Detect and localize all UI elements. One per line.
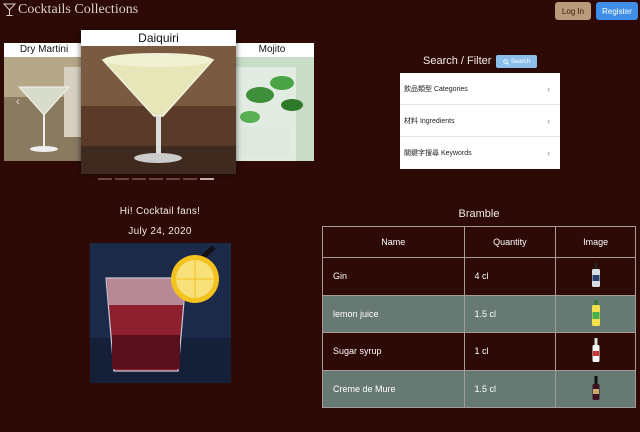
ingredient-image-cell [555,294,636,333]
ingredient-name: lemon juice [322,294,465,333]
lemon-juice-bottle-icon [591,299,600,326]
recipe-table: Name Quantity Image Gin 4 cl lemon juice… [322,226,636,408]
featured-cocktail-photo [90,243,231,383]
syrup-bottle-icon [592,338,600,363]
table-row: Sugar syrup 1 cl [322,332,636,371]
carousel-indicator-active[interactable] [200,178,214,180]
table-row: Gin 4 cl [322,257,636,296]
carousel-indicator[interactable] [183,178,197,180]
column-header-name: Name [322,226,465,258]
ingredient-name: Creme de Mure [322,369,465,408]
chevron-right-icon: › [547,83,550,94]
mojito-photo [230,57,314,161]
recipe-title: Bramble [458,208,500,220]
filter-item-label: 飲品類型 Categories [404,85,468,93]
carousel-card-current[interactable]: Daiquiri [81,30,236,174]
ingredient-quantity: 4 cl [463,257,557,296]
ingredient-image-cell [555,369,636,408]
ingredient-quantity: 1.5 cl [463,369,557,408]
ingredient-quantity: 1 cl [463,332,557,371]
search-icon [503,58,509,65]
carousel-indicator[interactable] [115,178,129,180]
ingredient-name: Sugar syrup [322,332,465,371]
brand[interactable]: Cocktails Collections [3,2,138,18]
login-button[interactable]: Log In [555,2,591,20]
carousel-indicator[interactable] [132,178,146,180]
carousel-card-label: Dry Martini [4,43,84,57]
chevron-right-icon: › [547,115,550,126]
top-bar: Cocktails Collections Log In Register [0,0,640,22]
filter-item-categories[interactable]: 飲品類型 Categories › [400,73,560,105]
ingredient-quantity: 1.5 cl [463,294,557,333]
ingredient-image-cell [555,257,636,296]
cocktail-glass-icon [3,3,16,16]
carousel-indicator[interactable] [166,178,180,180]
carousel-card-label: Daiquiri [81,30,236,46]
filter-item-label: 材料 Ingredients [404,117,455,125]
daiquiri-photo [81,46,236,174]
register-button[interactable]: Register [596,2,638,20]
carousel-card-label: Mojito [230,43,314,57]
ingredient-image-cell [555,332,636,371]
martini-photo [4,57,84,161]
filter-item-keywords[interactable]: 關鍵字搜尋 Keywords › [400,137,560,169]
liqueur-bottle-icon [592,375,600,400]
gin-bottle-icon [591,263,600,288]
filter-item-ingredients[interactable]: 材料 Ingredients › [400,105,560,137]
table-header-row: Name Quantity Image [322,226,636,258]
carousel-card-next[interactable]: Mojito [230,43,314,161]
app-title: Cocktails Collections [18,2,139,17]
carousel-indicators [98,178,214,180]
filter-list: 飲品類型 Categories › 材料 Ingredients › 關鍵字搜尋… [400,73,560,169]
chevron-right-icon: › [547,148,550,158]
table-row: Creme de Mure 1.5 cl [322,369,636,408]
search-title: Search / Filter [423,55,492,67]
column-header-quantity: Quantity [463,226,557,258]
ingredient-name: Gin [322,257,465,296]
column-header-image: Image [555,226,636,258]
carousel-prev-icon[interactable]: ‹ [16,96,20,108]
search-button-label: Search [510,58,530,65]
table-row: lemon juice 1.5 cl [322,294,636,333]
greeting-text: Hi! Cocktail fans! [119,206,201,217]
carousel-indicator[interactable] [149,178,163,180]
search-button[interactable]: Search [496,55,537,68]
filter-item-label: 關鍵字搜尋 Keywords [404,150,472,157]
greeting-date: July 24, 2020 [128,226,192,237]
carousel-indicator[interactable] [98,178,112,180]
